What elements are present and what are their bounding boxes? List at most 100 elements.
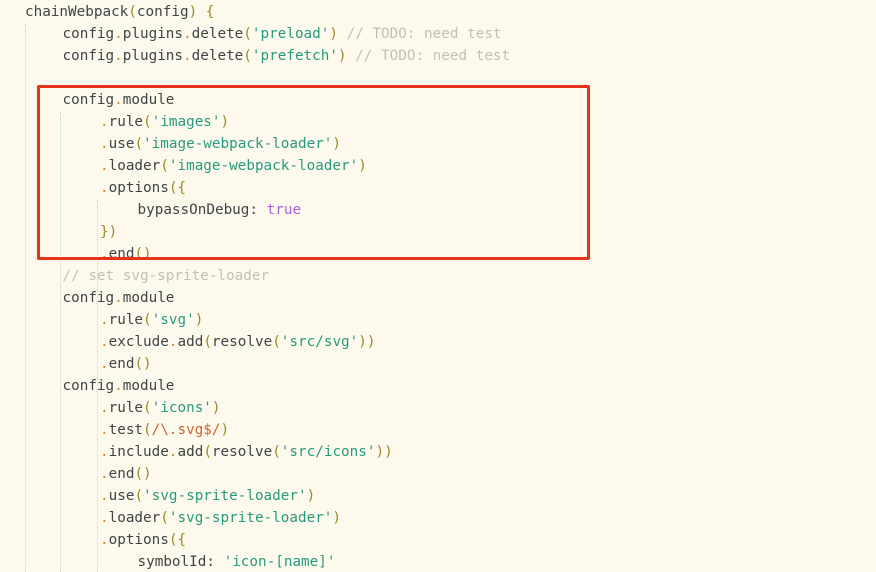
- code-token-plain: delete: [191, 26, 244, 42]
- code-token-punc: ): [220, 422, 230, 438]
- code-line[interactable]: .exclude.add(resolve('src/svg')): [0, 331, 876, 353]
- code-token-dot: .: [100, 466, 109, 482]
- code-token-string: 'svg-sprite-loader': [168, 510, 333, 526]
- code-token-plain: options: [108, 180, 169, 196]
- code-token-plain: bypassOnDebug: [137, 202, 250, 218]
- code-token-punc: (: [160, 510, 169, 526]
- code-token-punc: ): [329, 26, 338, 42]
- code-token-punc: ): [306, 488, 316, 504]
- code-editor-content[interactable]: chainWebpack(config) {config.plugins.del…: [0, 0, 876, 572]
- code-line[interactable]: .end(): [0, 243, 876, 265]
- code-line[interactable]: config.module: [0, 89, 876, 111]
- code-token-punc: ): [194, 312, 204, 328]
- code-token-string: 'svg-sprite-loader': [143, 488, 307, 504]
- code-line[interactable]: .use('image-webpack-loader'): [0, 133, 876, 155]
- code-token-dot: .: [100, 180, 109, 196]
- code-line[interactable]: .options({: [0, 177, 876, 199]
- code-line[interactable]: .end(): [0, 463, 876, 485]
- code-token-plain: end: [108, 246, 135, 262]
- code-line[interactable]: .rule('icons'): [0, 397, 876, 419]
- code-token-dot: .: [100, 356, 109, 372]
- code-token-plain: chainWebpack: [25, 4, 129, 20]
- code-line[interactable]: config.plugins.delete('preload') // TODO…: [0, 23, 876, 45]
- code-token-string: 'prefetch': [251, 48, 338, 64]
- code-token-dot: .: [100, 158, 109, 174]
- code-token-punc: (: [134, 488, 144, 504]
- code-line[interactable]: .use('svg-sprite-loader'): [0, 485, 876, 507]
- code-line[interactable]: .loader('image-webpack-loader'): [0, 155, 876, 177]
- code-token-dot: .: [114, 26, 123, 42]
- code-token-plain: plugins: [122, 48, 184, 64]
- code-token-dot: .: [114, 48, 123, 64]
- code-token-plain: options: [108, 532, 169, 548]
- code-line[interactable]: .include.add(resolve('src/icons')): [0, 441, 876, 463]
- code-token-punc: (: [143, 312, 152, 328]
- code-token-dot: .: [100, 114, 109, 130]
- code-line[interactable]: // set svg-sprite-loader: [0, 265, 876, 287]
- code-token-punc: ({: [168, 180, 187, 196]
- code-token-plain: add: [177, 334, 204, 350]
- code-line[interactable]: .loader('svg-sprite-loader'): [0, 507, 876, 529]
- code-token-punc: (: [143, 400, 152, 416]
- code-token-dot: .: [100, 136, 109, 152]
- code-token-punc: }): [100, 224, 118, 240]
- code-token-bool: true: [266, 202, 302, 218]
- code-token-punc: ({: [168, 532, 187, 548]
- code-token-plain: test: [108, 422, 144, 438]
- code-token-punc: (: [243, 26, 252, 42]
- code-token-plain: module: [122, 290, 175, 306]
- code-token-plain: end: [108, 466, 135, 482]
- code-line[interactable]: .test(/\.svg$/): [0, 419, 876, 441]
- code-token-dot: .: [100, 510, 109, 526]
- code-token-plain: rule: [108, 400, 144, 416]
- code-token-comment: // TODO: need test: [346, 26, 502, 42]
- code-token-plain: config: [62, 48, 115, 64]
- code-line[interactable]: config.module: [0, 375, 876, 397]
- code-line[interactable]: .end(): [0, 353, 876, 375]
- code-token-dot: .: [100, 400, 109, 416]
- code-line[interactable]: config.module: [0, 287, 876, 309]
- code-line[interactable]: .rule('images'): [0, 111, 876, 133]
- code-line[interactable]: symbolId: 'icon-[name]': [0, 551, 876, 572]
- code-line[interactable]: .rule('svg'): [0, 309, 876, 331]
- code-token-string: 'src/icons': [280, 444, 376, 460]
- code-token-punc: (: [203, 334, 212, 350]
- code-token-punc: (: [143, 422, 152, 438]
- code-token-string: 'src/svg': [280, 334, 359, 350]
- code-line[interactable]: .options({: [0, 529, 876, 551]
- code-token-dot: .: [183, 26, 192, 42]
- code-token-punc: (): [134, 466, 152, 482]
- code-token-string: 'svg': [151, 312, 195, 328]
- code-token-plain: config: [62, 290, 115, 306]
- code-line[interactable]: bypassOnDebug: true: [0, 199, 876, 221]
- code-line[interactable]: chainWebpack(config) {: [0, 1, 876, 23]
- code-token-punc: (: [203, 444, 212, 460]
- code-token-plain: use: [108, 488, 135, 504]
- code-token-plain: config: [62, 378, 115, 394]
- code-token-plain: symbolId: [137, 554, 207, 570]
- code-token-punc: )): [358, 334, 376, 350]
- code-token-dot: .: [100, 334, 109, 350]
- code-token-comment: // set svg-sprite-loader: [62, 268, 270, 284]
- code-token-dot: .: [100, 444, 109, 460]
- code-token-plain: module: [122, 378, 175, 394]
- code-token-punc: ): [211, 400, 221, 416]
- code-token-punc: (: [272, 334, 281, 350]
- code-line[interactable]: }): [0, 221, 876, 243]
- code-token-string: 'icons': [151, 400, 212, 416]
- code-line[interactable]: config.plugins.delete('prefetch') // TOD…: [0, 45, 876, 67]
- code-token-string: 'icon-[name]': [223, 554, 336, 570]
- code-token-punc: (: [243, 48, 252, 64]
- code-token-punc: (): [134, 246, 152, 262]
- code-token-punc: ): [188, 4, 198, 20]
- code-token-dot: .: [100, 246, 109, 262]
- code-line[interactable]: [0, 67, 876, 89]
- code-token-plain: loader: [108, 158, 161, 174]
- code-token-plain: :: [206, 554, 215, 570]
- code-token-dot: .: [114, 378, 123, 394]
- code-token-punc: ): [332, 136, 342, 152]
- code-token-comment: // TODO: need test: [355, 48, 511, 64]
- code-token-plain: add: [177, 444, 204, 460]
